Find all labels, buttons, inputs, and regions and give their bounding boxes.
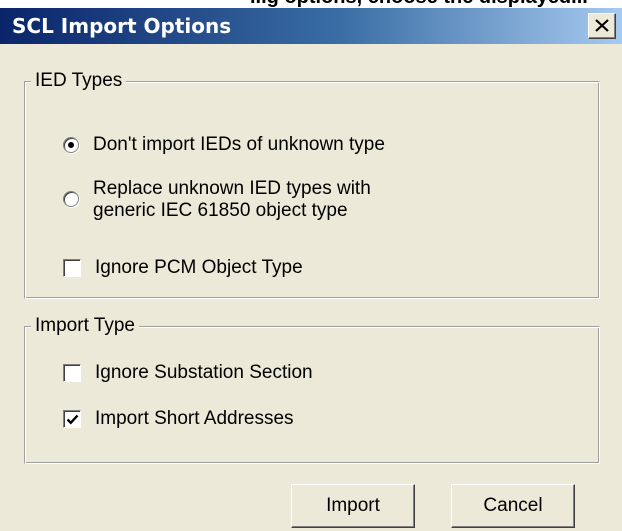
- close-icon: [595, 19, 609, 32]
- close-button[interactable]: [588, 13, 616, 39]
- dialog-title: SCL Import Options: [12, 14, 232, 38]
- option-replace-unknown-label: Replace unknown IED types with generic I…: [93, 178, 371, 222]
- option-import-short-addresses[interactable]: Import Short Addresses: [63, 408, 294, 430]
- radio-replace-unknown[interactable]: [63, 191, 79, 207]
- ied-types-group: IED Types Don't import IEDs of unknown t…: [24, 70, 600, 299]
- option-ignore-substation-label: Ignore Substation Section: [95, 362, 313, 383]
- checkmark-icon: [66, 414, 79, 425]
- checkbox-ignore-substation[interactable]: [63, 364, 81, 382]
- checkbox-import-short-addresses[interactable]: [63, 410, 81, 428]
- option-ignore-substation[interactable]: Ignore Substation Section: [63, 362, 313, 384]
- ied-types-legend: IED Types: [31, 70, 127, 92]
- option-import-short-addresses-label: Import Short Addresses: [95, 408, 294, 429]
- checkbox-ignore-pcm[interactable]: [63, 259, 81, 277]
- import-type-legend: Import Type: [31, 315, 139, 337]
- option-ignore-pcm[interactable]: Ignore PCM Object Type: [63, 257, 303, 279]
- background-window-strip: ...g options, choose the displayed...: [0, 0, 622, 8]
- option-ignore-pcm-label: Ignore PCM Object Type: [95, 257, 303, 278]
- radio-dont-import[interactable]: [63, 137, 79, 153]
- option-replace-unknown[interactable]: Replace unknown IED types with generic I…: [63, 178, 371, 222]
- option-replace-line2: generic IEC 61850 object type: [93, 200, 348, 221]
- dialog-title-bar[interactable]: SCL Import Options: [0, 8, 622, 44]
- option-dont-import-label: Don't import IEDs of unknown type: [93, 134, 385, 155]
- option-dont-import[interactable]: Don't import IEDs of unknown type: [63, 134, 385, 156]
- cancel-button[interactable]: Cancel: [451, 484, 575, 528]
- import-button[interactable]: Import: [291, 484, 415, 528]
- import-type-group: Import Type Ignore Substation Section Im…: [24, 315, 600, 464]
- background-window-text: ...g options, choose the displayed...: [250, 0, 588, 8]
- option-replace-line1: Replace unknown IED types with: [93, 178, 371, 199]
